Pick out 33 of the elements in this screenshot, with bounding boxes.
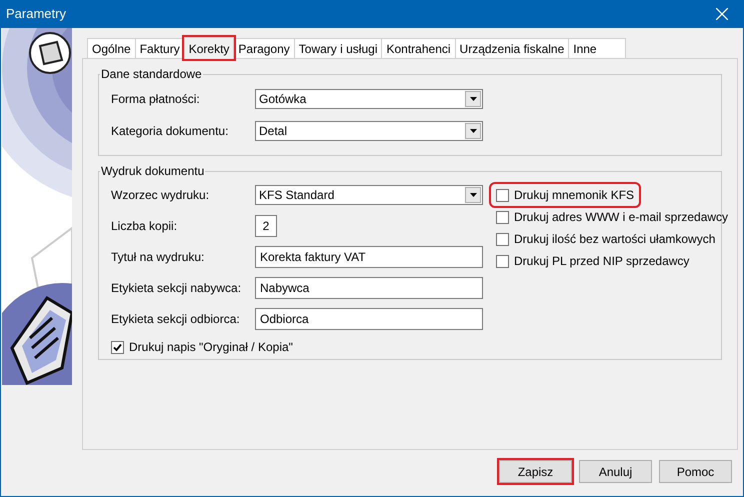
tab[interactable]: Urządzenia fiskalne bbox=[454, 38, 570, 58]
dropdown[interactable]: Gotówka bbox=[255, 89, 483, 109]
checkbox-label: Drukuj adres WWW i e-mail sprzedawcy bbox=[514, 209, 728, 226]
checkbox-label: Drukuj PL przed NIP sprzedawcy bbox=[514, 253, 690, 270]
dropdown[interactable]: KFS Standard bbox=[255, 185, 483, 205]
input-field[interactable]: 2 bbox=[255, 215, 277, 237]
field-label: Etykieta sekcji odbiorca: bbox=[111, 311, 241, 328]
field-label: Etykieta sekcji nabywca: bbox=[111, 280, 242, 297]
dialog-button[interactable]: Anuluj bbox=[579, 460, 652, 483]
window-title: Parametry bbox=[6, 5, 67, 24]
tab[interactable]: Korekty bbox=[184, 37, 234, 59]
tab[interactable]: Paragony bbox=[233, 38, 295, 58]
checkbox-label: Drukuj mnemonik KFS bbox=[514, 187, 634, 204]
checkbox-label: Drukuj ilość bez wartości ułamkowych bbox=[514, 231, 716, 248]
field-label: Wzorzec wydruku: bbox=[111, 187, 210, 204]
field-label: Forma płatności: bbox=[111, 91, 201, 108]
input-field[interactable]: Odbiorca bbox=[255, 308, 483, 330]
input-field[interactable]: Korekta faktury VAT bbox=[255, 246, 483, 268]
field-label: Tytuł na wydruku: bbox=[111, 249, 206, 266]
tab[interactable]: Kontrahenci bbox=[381, 38, 456, 58]
group-title: Dane standardowe bbox=[100, 66, 203, 83]
field-label: Kategoria dokumentu: bbox=[111, 123, 230, 140]
field-label: Liczba kopii: bbox=[111, 218, 178, 235]
dropdown[interactable]: Detal bbox=[255, 121, 483, 141]
checkbox-label: Drukuj napis "Oryginał / Kopia" bbox=[129, 339, 293, 356]
tab[interactable]: Towary i usługi bbox=[294, 38, 382, 58]
input-field[interactable]: Nabywca bbox=[255, 277, 483, 299]
tab[interactable]: Ogólne bbox=[87, 38, 136, 58]
tab[interactable]: Inne bbox=[568, 38, 626, 58]
dialog-button[interactable]: Zapisz bbox=[499, 460, 572, 483]
tab[interactable]: Faktury bbox=[134, 38, 185, 58]
group-title: Wydruk dokumentu bbox=[100, 163, 206, 180]
dialog-button[interactable]: Pomoc bbox=[659, 460, 732, 483]
